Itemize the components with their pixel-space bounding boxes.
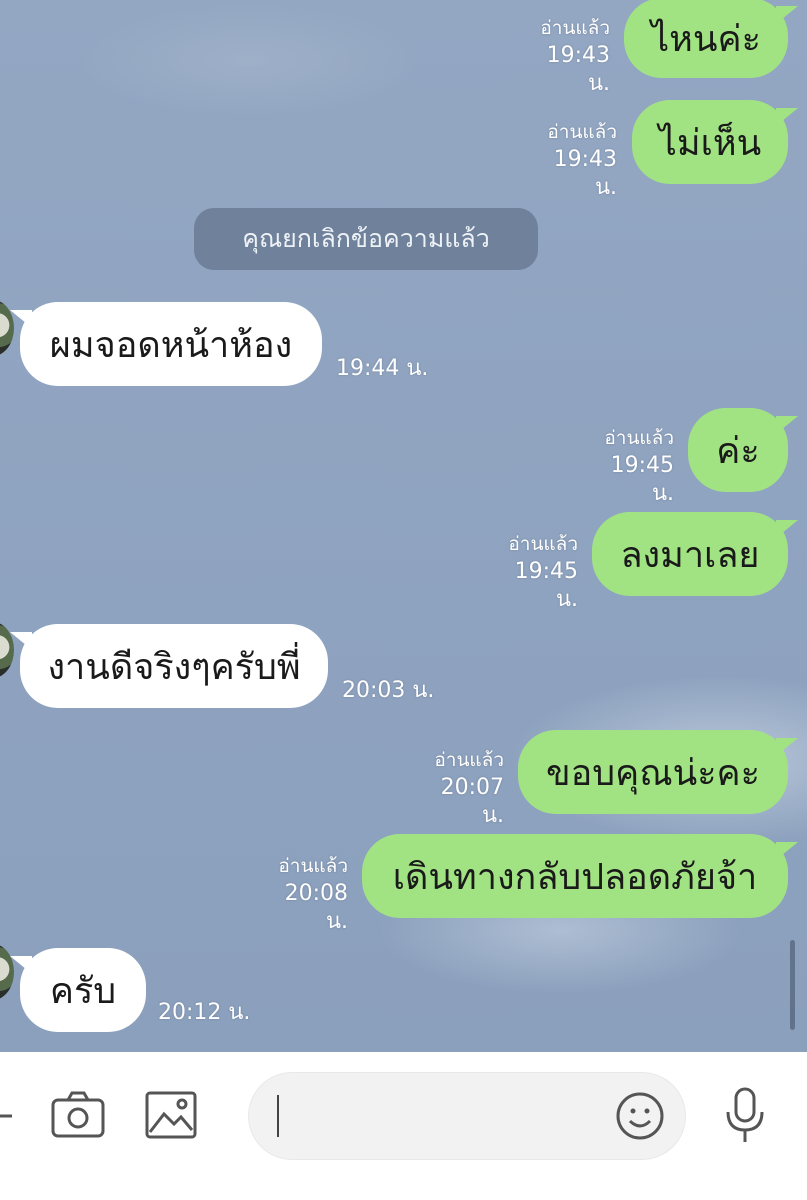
outgoing-message-bubble[interactable]: ค่ะ bbox=[688, 408, 798, 492]
outgoing-message-bubble[interactable]: เดินทางกลับปลอดภัยจ้า bbox=[362, 834, 798, 918]
system-message-unsent: คุณยกเลิกข้อความแล้ว bbox=[194, 208, 538, 270]
message-text: ครับ bbox=[49, 970, 117, 1012]
incoming-message-bubble[interactable]: ผมจอดหน้าห้อง bbox=[10, 302, 322, 386]
message-meta: อ่านแล้ว 19:43 น. bbox=[525, 118, 617, 202]
message-time: 19:45 น. bbox=[610, 453, 674, 506]
message-composer bbox=[0, 1052, 807, 1200]
camera-icon[interactable] bbox=[50, 1090, 106, 1140]
message-meta: อ่านแล้ว 19:43 น. bbox=[520, 14, 610, 98]
message-text: ไหนค่ะ bbox=[651, 18, 761, 60]
message-input[interactable] bbox=[248, 1072, 686, 1160]
text-caret bbox=[277, 1095, 279, 1137]
message-time: 19:43 น. bbox=[553, 147, 617, 200]
incoming-message-bubble[interactable]: งานดีจริงๆครับพี่ bbox=[10, 624, 328, 708]
read-receipt: อ่านแล้ว bbox=[547, 121, 617, 143]
incoming-message-bubble[interactable]: ครับ bbox=[10, 948, 146, 1032]
emoji-icon[interactable] bbox=[615, 1091, 665, 1141]
message-text: ผมจอดหน้าห้อง bbox=[49, 324, 293, 366]
read-receipt: อ่านแล้ว bbox=[278, 855, 348, 877]
message-text: ค่ะ bbox=[716, 430, 760, 472]
message-time: 19:43 น. bbox=[546, 43, 610, 96]
outgoing-message-bubble[interactable]: ไหนค่ะ bbox=[624, 0, 798, 78]
message-text: ลงมาเลย bbox=[620, 534, 760, 576]
contact-avatar[interactable] bbox=[0, 300, 14, 356]
message-meta: อ่านแล้ว 20:07 น. bbox=[412, 746, 504, 830]
contact-avatar[interactable] bbox=[0, 622, 14, 678]
read-receipt: อ่านแล้ว bbox=[540, 17, 610, 39]
message-time: 19:44 น. bbox=[336, 356, 429, 381]
message-text: งานดีจริงๆครับพี่ bbox=[47, 646, 301, 688]
outgoing-message-bubble[interactable]: ขอบคุณน่ะคะ bbox=[518, 730, 798, 814]
outgoing-message-bubble[interactable]: ลงมาเลย bbox=[592, 512, 798, 596]
outgoing-message-bubble[interactable]: ไม่เห็น bbox=[632, 100, 798, 184]
message-meta: อ่านแล้ว 19:45 น. bbox=[582, 424, 674, 508]
message-time: 20:03 น. bbox=[342, 678, 435, 703]
message-time: 20:08 น. bbox=[284, 881, 348, 934]
message-text: เดินทางกลับปลอดภัยจ้า bbox=[392, 856, 758, 898]
scrollbar[interactable] bbox=[790, 940, 795, 1030]
read-receipt: อ่านแล้ว bbox=[508, 533, 578, 555]
message-time: 20:12 น. bbox=[158, 1000, 251, 1025]
message-meta: อ่านแล้ว 19:45 น. bbox=[486, 530, 578, 614]
message-text: ไม่เห็น bbox=[658, 122, 762, 164]
message-time: 19:45 น. bbox=[514, 559, 578, 612]
microphone-icon[interactable] bbox=[722, 1086, 768, 1146]
read-receipt: อ่านแล้ว bbox=[434, 749, 504, 771]
image-icon[interactable] bbox=[144, 1090, 198, 1140]
read-receipt: อ่านแล้ว bbox=[604, 427, 674, 449]
more-icon[interactable] bbox=[0, 1104, 14, 1128]
message-text: ขอบคุณน่ะคะ bbox=[546, 752, 760, 794]
message-meta: อ่านแล้ว 20:08 น. bbox=[256, 852, 348, 936]
chat-area[interactable]: อ่านแล้ว 19:43 น. ไหนค่ะ อ่านแล้ว 19:43 … bbox=[0, 0, 807, 1052]
message-time: 20:07 น. bbox=[440, 775, 504, 828]
